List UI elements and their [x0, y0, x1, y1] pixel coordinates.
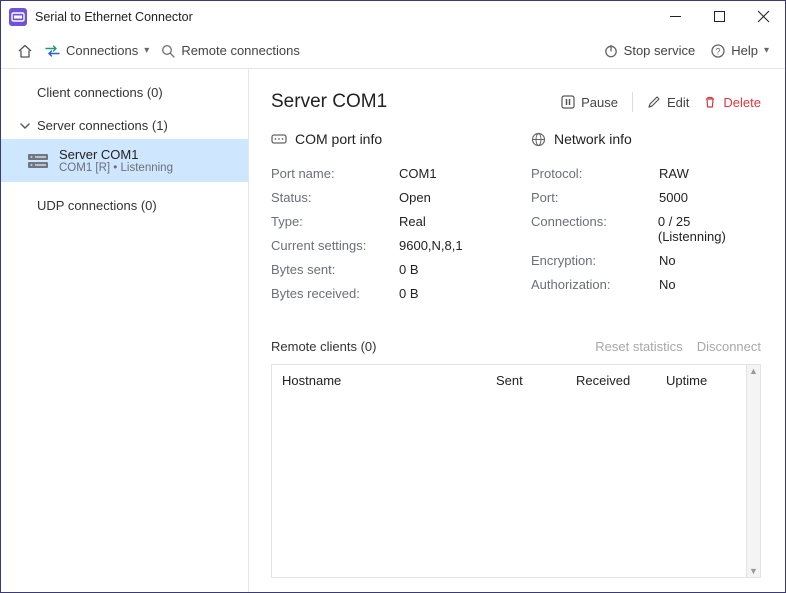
- edit-label: Edit: [667, 95, 689, 110]
- com-port-info: COM port info Port name:COM1 Status:Open…: [271, 131, 501, 305]
- scrollbar[interactable]: ▲ ▼: [746, 365, 760, 577]
- disconnect-button[interactable]: Disconnect: [697, 339, 761, 354]
- chevron-down-icon: ▾: [764, 45, 769, 56]
- kv-bytes-sent: Bytes sent:0 B: [271, 257, 501, 281]
- svg-text:?: ?: [716, 46, 721, 56]
- maximize-button[interactable]: [697, 1, 741, 33]
- kv-connections: Connections:0 / 25 (Listenning): [531, 209, 761, 248]
- kv-port-name: Port name:COM1: [271, 161, 501, 185]
- pause-icon: [561, 95, 575, 109]
- home-button[interactable]: [15, 40, 35, 62]
- chevron-down-icon: [19, 121, 31, 131]
- swap-icon: [45, 45, 60, 57]
- minimize-button[interactable]: [653, 1, 697, 33]
- connections-label: Connections: [66, 43, 138, 58]
- pencil-icon: [647, 95, 661, 109]
- col-uptime[interactable]: Uptime: [666, 373, 736, 388]
- server-icon: [27, 152, 49, 170]
- main-panel: Server COM1 Pause Edit Delete: [249, 69, 785, 592]
- sidebar-item-sub: COM1 [R] • Listenning: [59, 162, 173, 174]
- com-info-heading: COM port info: [295, 131, 382, 147]
- remote-connections-button[interactable]: Remote connections: [159, 39, 302, 62]
- kv-type: Type:Real: [271, 209, 501, 233]
- home-icon: [17, 44, 33, 58]
- info-columns: COM port info Port name:COM1 Status:Open…: [271, 131, 761, 305]
- sidebar-item-server-com1[interactable]: Server COM1 COM1 [R] • Listenning: [1, 139, 248, 182]
- kv-authorization: Authorization:No: [531, 272, 761, 296]
- com-port-icon: [271, 132, 287, 146]
- edit-button[interactable]: Edit: [647, 95, 689, 110]
- help-icon: ?: [711, 44, 725, 58]
- remote-connections-label: Remote connections: [181, 43, 300, 58]
- client-connections-label: Client connections (0): [37, 85, 163, 100]
- sidebar: Client connections (0) Server connection…: [1, 69, 249, 592]
- body: Client connections (0) Server connection…: [1, 69, 785, 592]
- close-button[interactable]: [741, 1, 785, 33]
- reset-statistics-button[interactable]: Reset statistics: [595, 339, 682, 354]
- udp-connections-label: UDP connections (0): [37, 198, 157, 213]
- col-sent[interactable]: Sent: [496, 373, 576, 388]
- toolbar: Connections ▾ Remote connections Stop se…: [1, 33, 785, 69]
- chevron-down-icon: ▾: [144, 45, 149, 56]
- delete-label: Delete: [723, 95, 761, 110]
- remote-clients-grid: Hostname Sent Received Uptime ▲ ▼: [271, 364, 761, 578]
- stop-service-label: Stop service: [624, 43, 696, 58]
- server-connections-label: Server connections (1): [37, 118, 168, 133]
- delete-button[interactable]: Delete: [703, 95, 761, 110]
- close-icon: [758, 11, 769, 22]
- stop-service-button[interactable]: Stop service: [602, 39, 698, 62]
- power-icon: [604, 44, 618, 58]
- scroll-up-icon: ▲: [747, 366, 760, 376]
- pause-button[interactable]: Pause: [561, 95, 618, 110]
- search-icon: [161, 44, 175, 58]
- sidebar-group-client[interactable]: Client connections (0): [1, 79, 248, 106]
- maximize-icon: [714, 11, 725, 22]
- help-dropdown[interactable]: ? Help ▾: [709, 39, 771, 62]
- kv-status: Status:Open: [271, 185, 501, 209]
- titlebar: Serial to Ethernet Connector: [1, 1, 785, 33]
- remote-clients-section: Remote clients (0) Reset statistics Disc…: [271, 339, 761, 578]
- minimize-icon: [670, 11, 681, 22]
- scroll-down-icon: ▼: [747, 566, 760, 576]
- sidebar-item-name: Server COM1: [59, 147, 173, 162]
- page-title: Server COM1: [271, 91, 387, 113]
- remote-clients-title: Remote clients (0): [271, 339, 376, 354]
- kv-encryption: Encryption:No: [531, 248, 761, 272]
- pause-label: Pause: [581, 95, 618, 110]
- app-icon: [9, 8, 27, 26]
- kv-settings: Current settings:9600,N,8,1: [271, 233, 501, 257]
- kv-bytes-recv: Bytes received:0 B: [271, 281, 501, 305]
- main-header: Server COM1 Pause Edit Delete: [271, 91, 761, 113]
- col-hostname[interactable]: Hostname: [282, 373, 496, 388]
- kv-protocol: Protocol:RAW: [531, 161, 761, 185]
- globe-icon: [531, 132, 546, 147]
- sidebar-group-server[interactable]: Server connections (1): [1, 112, 248, 139]
- app-window: Serial to Ethernet Connector Connections…: [0, 0, 786, 593]
- window-title: Serial to Ethernet Connector: [35, 10, 193, 24]
- divider: [632, 92, 633, 112]
- grid-header: Hostname Sent Received Uptime: [272, 365, 746, 396]
- trash-icon: [703, 95, 717, 109]
- col-received[interactable]: Received: [576, 373, 666, 388]
- help-label: Help: [731, 43, 758, 58]
- sidebar-group-udp[interactable]: UDP connections (0): [1, 192, 248, 219]
- connections-dropdown[interactable]: Connections ▾: [43, 39, 151, 62]
- net-info-heading: Network info: [554, 131, 632, 147]
- kv-port: Port:5000: [531, 185, 761, 209]
- network-info: Network info Protocol:RAW Port:5000 Conn…: [531, 131, 761, 305]
